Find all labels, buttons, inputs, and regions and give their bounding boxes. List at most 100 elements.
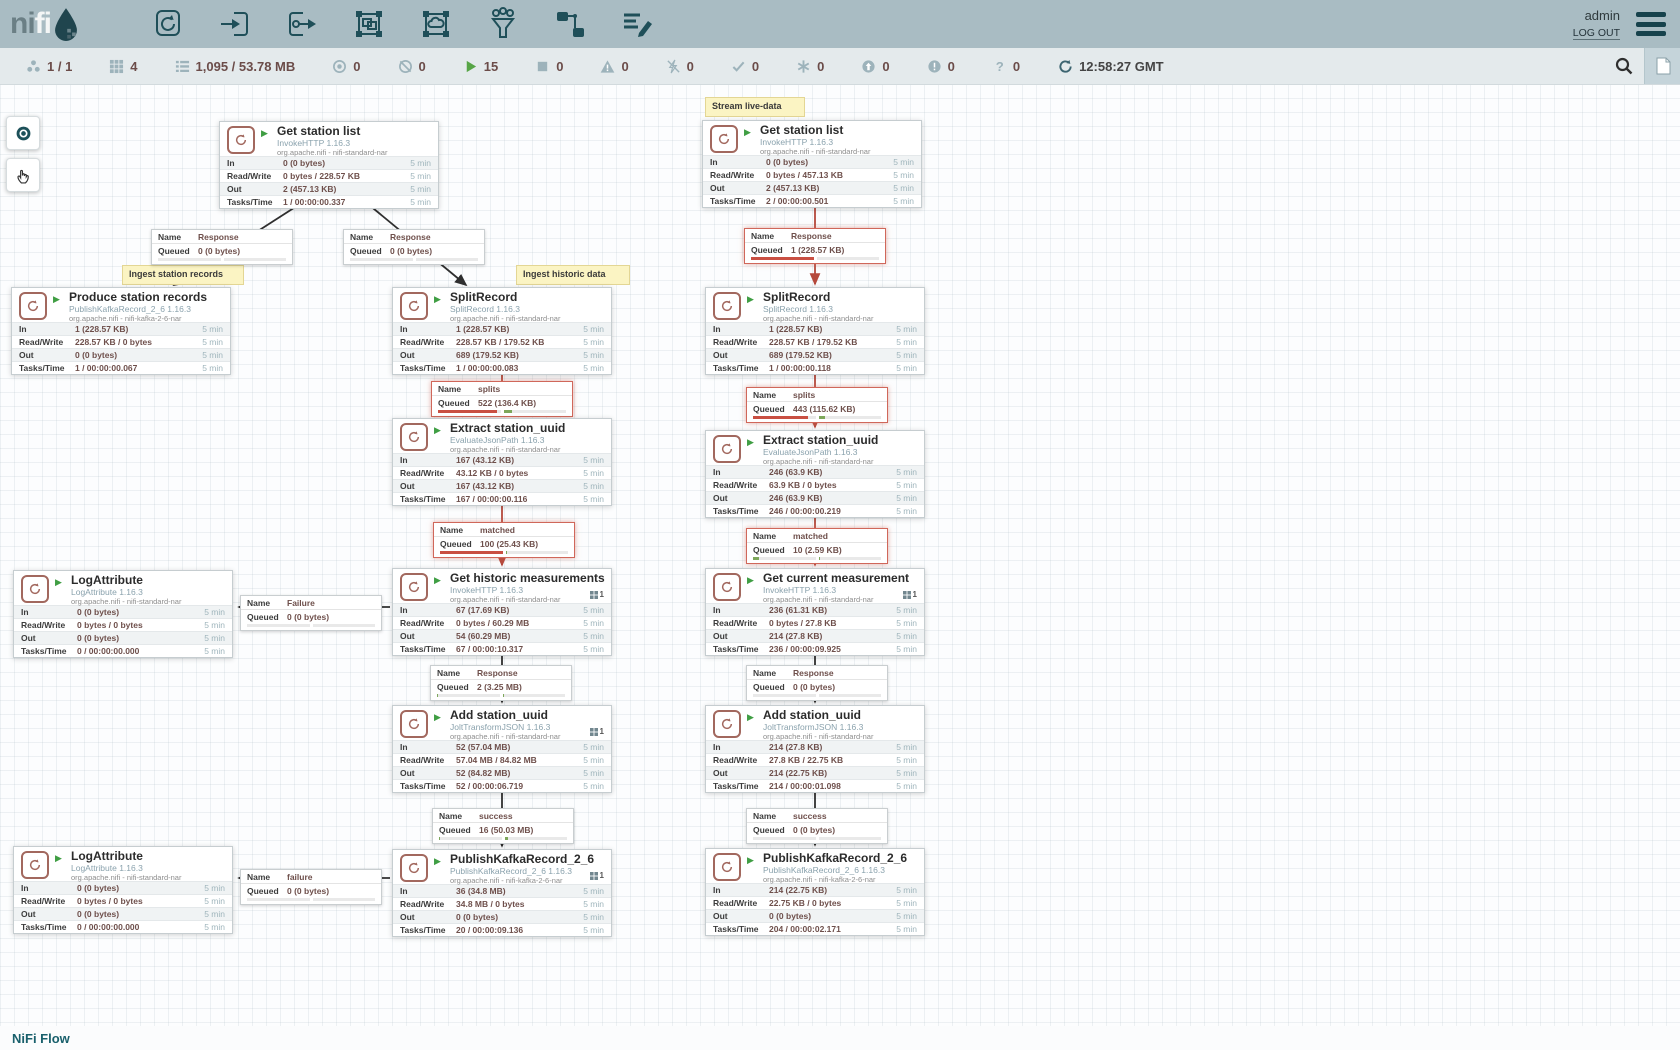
connection-name-label: Name xyxy=(438,384,478,394)
canvas-label[interactable]: Stream live-data xyxy=(705,97,805,117)
stat-row: In0 (0 bytes)5 min xyxy=(220,156,438,169)
stat-row: Out54 (60.29 MB)5 min xyxy=(393,629,611,642)
birdseye-toggle-button[interactable] xyxy=(1644,48,1680,84)
nifi-logo: nifi xyxy=(10,7,122,41)
processor-bundle: org.apache.nifi - nifi-standard-nar xyxy=(277,148,387,157)
navigate-button[interactable] xyxy=(6,116,40,150)
stat-row: Tasks/Time1 / 00:00:00.0835 min xyxy=(393,361,611,374)
connection-label[interactable]: NameResponse Queued0 (0 bytes) xyxy=(151,229,293,265)
canvas-palette xyxy=(6,116,40,192)
run-status-icon: ▶ xyxy=(55,577,62,588)
input-port-draggable[interactable] xyxy=(215,4,255,44)
nifi-drop-icon xyxy=(51,7,81,41)
status-not-transmitting: 0 xyxy=(398,59,426,74)
processor-header: ▶ LogAttribute LogAttribute 1.16.3 org.a… xyxy=(14,571,232,605)
refresh-icon[interactable] xyxy=(1058,59,1073,74)
breadcrumb[interactable]: NiFi Flow xyxy=(12,1031,70,1046)
last-refresh: 12:58:27 GMT xyxy=(1058,59,1164,74)
queue-count-bar xyxy=(350,258,413,261)
connection-label[interactable]: NameResponse Queued0 (0 bytes) xyxy=(343,229,485,265)
processor-stats: In167 (43.12 KB)5 minRead/Write43.12 KB … xyxy=(393,453,611,505)
queue-utilization-bars xyxy=(745,256,885,263)
queue-size-bar xyxy=(819,416,882,419)
queue-utilization-bars xyxy=(747,836,887,843)
connection-label[interactable]: NameFailure Queued0 (0 bytes) xyxy=(240,595,382,631)
processor-draggable[interactable] xyxy=(148,4,188,44)
run-status-icon: ▶ xyxy=(261,128,268,139)
connection-label[interactable]: Namematched Queued100 (25.43 KB) xyxy=(433,522,575,558)
connection-label[interactable]: NameResponse Queued1 (228.57 KB) xyxy=(744,228,886,264)
connection-name: splits xyxy=(793,390,815,400)
processor-type-icon xyxy=(227,126,255,154)
processor-type: EvaluateJsonPath 1.16.3 xyxy=(450,435,565,445)
processor-type: InvokeHTTP 1.16.3 xyxy=(763,585,909,595)
template-draggable[interactable] xyxy=(550,4,590,44)
processor-node[interactable]: ▶ Add station_uuid JoltTransformJSON 1.1… xyxy=(705,705,925,793)
connection-label[interactable]: Namesuccess Queued16 (50.03 MB) xyxy=(432,808,574,844)
stat-row: In0 (0 bytes)5 min xyxy=(14,605,232,618)
processor-stats: In236 (61.31 KB)5 minRead/Write0 bytes /… xyxy=(706,603,924,655)
processor-node[interactable]: ▶ SplitRecord SplitRecord 1.16.3 org.apa… xyxy=(392,287,612,375)
connection-queued: 0 (0 bytes) xyxy=(198,246,240,256)
processor-bundle: org.apache.nifi - nifi-kafka-2-6-nar xyxy=(763,875,907,884)
stat-row: Out0 (0 bytes)5 min xyxy=(12,348,230,361)
connection-label[interactable]: NameResponse Queued0 (0 bytes) xyxy=(746,665,888,701)
processor-node[interactable]: ▶ Get station list InvokeHTTP 1.16.3 org… xyxy=(219,121,439,209)
processor-node[interactable]: ▶ Add station_uuid JoltTransformJSON 1.1… xyxy=(392,705,612,793)
canvas-label[interactable]: Ingest station records xyxy=(122,265,244,285)
queue-size-bar xyxy=(506,551,569,554)
connection-label[interactable]: Namesuccess Queued0 (0 bytes) xyxy=(746,808,888,844)
processor-type: PublishKafkaRecord_2_6 1.16.3 xyxy=(450,866,594,876)
connection-label[interactable]: Namesplits Queued522 (136.4 KB) xyxy=(431,381,573,417)
target-icon xyxy=(15,125,32,142)
processor-bundle: org.apache.nifi - nifi-standard-nar xyxy=(71,597,181,606)
processor-node[interactable]: ▶ Produce station records PublishKafkaRe… xyxy=(11,287,231,375)
run-status-icon: ▶ xyxy=(434,575,441,586)
run-status-icon: ▶ xyxy=(53,294,60,305)
connection-label[interactable]: Namefailure Queued0 (0 bytes) xyxy=(240,869,382,905)
processor-node[interactable]: ▶ Get current measurement InvokeHTTP 1.1… xyxy=(705,568,925,656)
processor-node[interactable]: ▶ LogAttribute LogAttribute 1.16.3 org.a… xyxy=(13,570,233,658)
connection-label[interactable]: Namesplits Queued443 (115.62 KB) xyxy=(746,387,888,423)
connection-label[interactable]: NameResponse Queued2 (3.25 MB) xyxy=(430,665,572,701)
stat-row: Read/Write57.04 MB / 84.82 MB5 min xyxy=(393,753,611,766)
connection-label[interactable]: Namematched Queued10 (2.59 KB) xyxy=(746,528,888,564)
remote-process-group-draggable[interactable] xyxy=(416,4,456,44)
funnel-draggable[interactable] xyxy=(483,4,523,44)
queue-size-bar xyxy=(416,258,479,261)
connection-name: Response xyxy=(791,231,832,241)
processor-node[interactable]: ▶ PublishKafkaRecord_2_6 PublishKafkaRec… xyxy=(392,849,612,937)
processor-node[interactable]: ▶ LogAttribute LogAttribute 1.16.3 org.a… xyxy=(13,846,233,934)
connection-name-label: Name xyxy=(753,390,793,400)
active-threads-count: 1 xyxy=(600,871,604,880)
processor-type-icon xyxy=(400,854,428,882)
status-locally-modified: 0 xyxy=(796,59,824,74)
processor-node[interactable]: ▶ Extract station_uuid EvaluateJsonPath … xyxy=(705,430,925,518)
process-group-draggable[interactable] xyxy=(349,4,389,44)
run-status-icon: ▶ xyxy=(747,712,754,723)
stat-row: In36 (34.8 MB)5 min xyxy=(393,884,611,897)
processor-type-icon xyxy=(400,423,428,451)
connection-name-label: Name xyxy=(440,525,480,535)
stat-row: Read/Write22.75 KB / 0 bytes5 min xyxy=(706,896,924,909)
processor-stats: In1 (228.57 KB)5 minRead/Write228.57 KB … xyxy=(12,322,230,374)
processor-node[interactable]: ▶ SplitRecord SplitRecord 1.16.3 org.apa… xyxy=(705,287,925,375)
global-menu-button[interactable] xyxy=(1636,12,1666,36)
logout-link[interactable]: LOG OUT xyxy=(1573,27,1620,40)
canvas-label[interactable]: Ingest historic data xyxy=(516,265,630,285)
stat-row: Tasks/Time246 / 00:00:00.2195 min xyxy=(706,504,924,517)
output-port-draggable[interactable] xyxy=(282,4,322,44)
status-queued: 1,095 / 53.78 MB xyxy=(175,59,296,74)
select-hand-button[interactable] xyxy=(6,158,40,192)
flow-canvas[interactable]: Stream live-data Ingest station records In… xyxy=(0,0,1680,1050)
search-button[interactable] xyxy=(1604,48,1644,84)
processor-node[interactable]: ▶ Get historic measurements InvokeHTTP 1… xyxy=(392,568,612,656)
queue-count-bar xyxy=(437,694,500,697)
processor-node[interactable]: ▶ PublishKafkaRecord_2_6 PublishKafkaRec… xyxy=(705,848,925,936)
connection-queued-label: Queued xyxy=(439,825,479,835)
label-draggable[interactable] xyxy=(617,4,657,44)
connection-name: Response xyxy=(477,668,518,678)
processor-node[interactable]: ▶ Get station list InvokeHTTP 1.16.3 org… xyxy=(702,120,922,208)
processor-node[interactable]: ▶ Extract station_uuid EvaluateJsonPath … xyxy=(392,418,612,506)
processor-type-icon xyxy=(400,573,428,601)
